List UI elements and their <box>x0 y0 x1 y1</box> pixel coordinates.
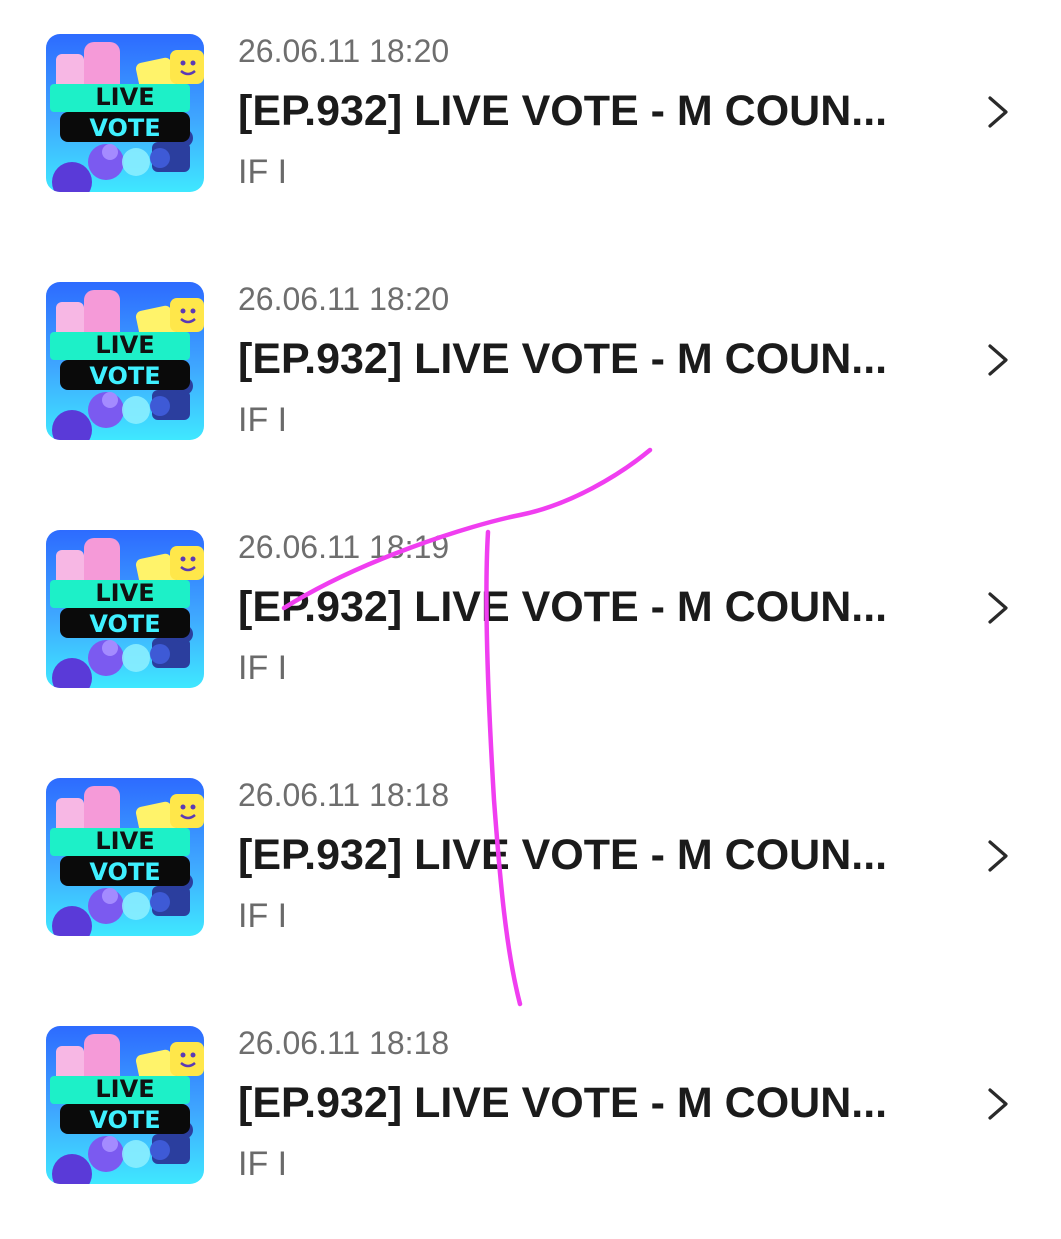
item-date: 26.06.11 18:19 <box>238 529 450 565</box>
list-item[interactable]: LIVE VOTE 26.06.11 18:18 [EP.932] LIVE V… <box>0 1022 1061 1222</box>
thumbnail-text-vote: VOTE <box>89 1106 160 1134</box>
chevron-right-icon[interactable] <box>982 340 1012 380</box>
item-artist: IF I <box>238 1145 288 1183</box>
thumbnail-text-live: LIVE <box>95 83 154 111</box>
thumbnail-text-live: LIVE <box>95 827 154 855</box>
item-title: [EP.932] LIVE VOTE - M COUN... <box>238 87 888 135</box>
chevron-right-icon[interactable] <box>982 1084 1012 1124</box>
item-artist: IF I <box>238 649 288 687</box>
thumbnail-text-vote: VOTE <box>89 114 160 142</box>
item-title: [EP.932] LIVE VOTE - M COUN... <box>238 335 888 383</box>
thumbnail-text-live: LIVE <box>95 579 154 607</box>
thumbnail-text-vote: VOTE <box>89 858 160 886</box>
thumbnail-text-live: LIVE <box>95 331 154 359</box>
item-artist: IF I <box>238 897 288 935</box>
vote-history-list: LIVE VOTE 26.06.11 18:20 [EP.932] LIVE V… <box>0 0 1061 1239</box>
item-artist: IF I <box>238 153 288 191</box>
list-item[interactable]: LIVE VOTE 26.06.11 18:18 [EP.932] LIVE V… <box>0 774 1061 974</box>
list-item[interactable]: LIVE VOTE 26.06.11 18:20 [EP.932] LIVE V… <box>0 30 1061 230</box>
item-date: 26.06.11 18:18 <box>238 1025 450 1061</box>
item-date: 26.06.11 18:18 <box>238 777 450 813</box>
thumbnail-text-live: LIVE <box>95 1075 154 1103</box>
item-artist: IF I <box>238 401 288 439</box>
thumbnail-text-vote: VOTE <box>89 362 160 390</box>
live-vote-thumbnail: LIVE VOTE <box>46 282 204 440</box>
live-vote-thumbnail: LIVE VOTE <box>46 530 204 688</box>
chevron-right-icon[interactable] <box>982 836 1012 876</box>
live-vote-thumbnail: LIVE VOTE <box>46 778 204 936</box>
chevron-right-icon[interactable] <box>982 92 1012 132</box>
thumbnail-text-vote: VOTE <box>89 610 160 638</box>
live-vote-thumbnail: LIVE VOTE <box>46 34 204 192</box>
item-date: 26.06.11 18:20 <box>238 33 450 69</box>
item-title: [EP.932] LIVE VOTE - M COUN... <box>238 831 888 879</box>
item-date: 26.06.11 18:20 <box>238 281 450 317</box>
live-vote-thumbnail: LIVE VOTE <box>46 1026 204 1184</box>
list-item[interactable]: LIVE VOTE 26.06.11 18:19 [EP.932] LIVE V… <box>0 526 1061 726</box>
item-title: [EP.932] LIVE VOTE - M COUN... <box>238 583 888 631</box>
chevron-right-icon[interactable] <box>982 588 1012 628</box>
item-title: [EP.932] LIVE VOTE - M COUN... <box>238 1079 888 1127</box>
list-item[interactable]: LIVE VOTE 26.06.11 18:20 [EP.932] LIVE V… <box>0 278 1061 478</box>
